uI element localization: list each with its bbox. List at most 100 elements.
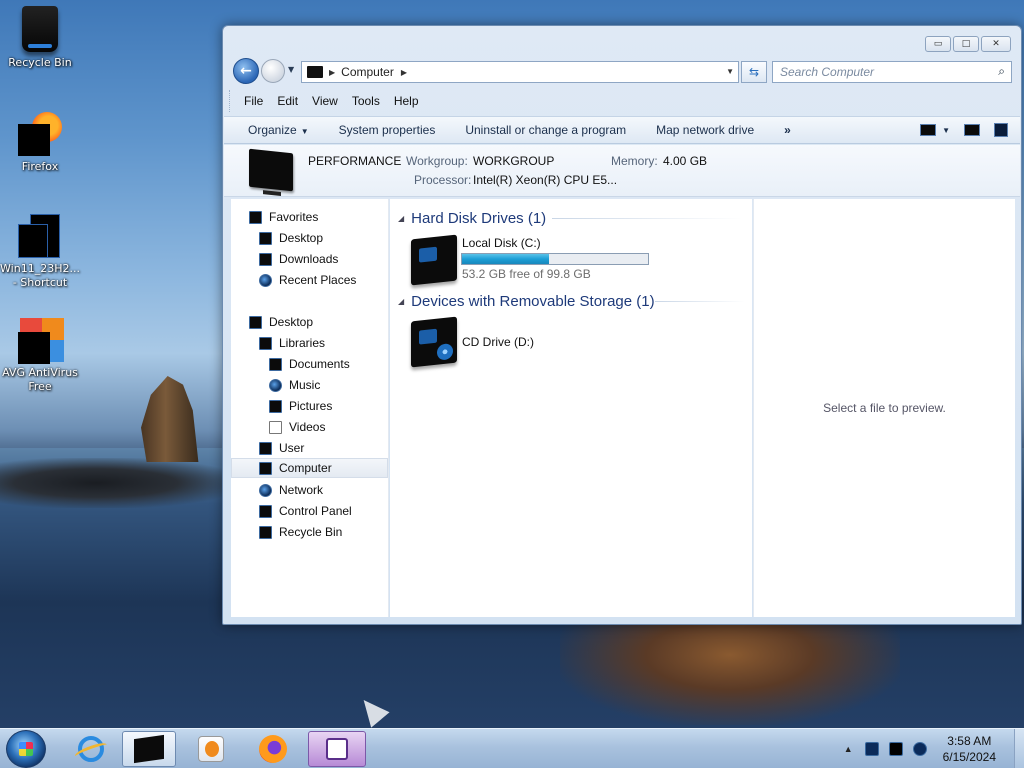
taskbar-notepad-app[interactable]	[308, 731, 366, 767]
organize-button[interactable]: Organize ▼	[248, 123, 309, 137]
network-icon	[259, 483, 272, 497]
nav-control-panel[interactable]: Control Panel	[259, 501, 352, 521]
nav-desktop[interactable]: Desktop	[249, 312, 313, 332]
breadcrumb-computer[interactable]: Computer	[341, 65, 394, 79]
group-header-removable-storage[interactable]: ◢ Devices with Removable Storage (1)	[398, 292, 655, 310]
nav-user[interactable]: User	[259, 438, 304, 458]
menu-view[interactable]: View	[312, 94, 338, 108]
network-icon[interactable]	[888, 742, 903, 756]
nav-label: Music	[289, 378, 321, 392]
group-divider	[655, 301, 745, 302]
breadcrumb-arrow-icon[interactable]: ▶	[329, 68, 335, 77]
hard-drive-icon	[411, 234, 457, 286]
nav-music[interactable]: Music	[269, 375, 320, 395]
back-arrow-icon: ←	[240, 63, 252, 79]
help-button[interactable]	[994, 123, 1008, 137]
organize-label: Organize	[248, 123, 297, 137]
nav-recent-places[interactable]: Recent Places	[259, 270, 356, 290]
desktop-icon-firefox[interactable]: Firefox	[0, 112, 80, 174]
more-commands-button[interactable]: »	[784, 123, 791, 137]
nav-computer[interactable]: Computer	[231, 458, 388, 478]
taskbar-windows-explorer[interactable]	[122, 731, 176, 767]
recent-places-icon	[259, 273, 272, 287]
nav-documents[interactable]: Documents	[269, 354, 350, 374]
taskbar-internet-explorer[interactable]	[64, 731, 118, 767]
refresh-button[interactable]: ⇆	[741, 61, 767, 83]
workgroup-label: Workgroup:	[406, 154, 468, 168]
nav-label: Network	[279, 483, 324, 497]
nav-label: Downloads	[279, 252, 339, 266]
clock[interactable]: 3:58 AM 6/15/2024	[943, 733, 996, 765]
show-hidden-icons-button[interactable]: ▲	[844, 744, 853, 754]
show-desktop-button[interactable]	[1014, 729, 1024, 768]
explorer-window[interactable]: ▭ □ ✕ ← ▼ ▶ Computer ▶ ▼ ⇆ Search Comput…	[222, 25, 1022, 625]
desktop-icon-avg[interactable]: AVG AntiVirus Free	[0, 318, 80, 394]
nav-libraries[interactable]: Libraries	[259, 333, 325, 353]
shortcut-icon	[18, 214, 62, 258]
back-button[interactable]: ←	[233, 58, 259, 84]
firefox-icon	[259, 735, 287, 763]
breadcrumb-arrow-icon[interactable]: ▶	[401, 68, 407, 77]
desktop-icon	[249, 315, 262, 329]
drive-usage-fill	[462, 254, 549, 264]
volume-icon[interactable]	[912, 742, 927, 756]
folder-icon	[134, 734, 164, 764]
nav-recycle-bin[interactable]: Recycle Bin	[259, 522, 342, 542]
nav-pictures[interactable]: Pictures	[269, 396, 332, 416]
computer-name: PERFORMANCE	[308, 154, 402, 168]
content-pane[interactable]: ◢ Hard Disk Drives (1) Local Disk (C:) 53…	[390, 199, 752, 617]
taskbar-media-player[interactable]	[184, 731, 238, 767]
view-buttons: ▼	[920, 123, 1008, 137]
map-network-drive-button[interactable]: Map network drive	[656, 123, 754, 137]
uninstall-program-button[interactable]: Uninstall or change a program	[465, 123, 626, 137]
navigation-bar: ← ▼ ▶ Computer ▶ ▼ ⇆ Search Computer ⌕	[229, 58, 1015, 86]
menu-help[interactable]: Help	[394, 94, 419, 108]
processor-value: Intel(R) Xeon(R) CPU E5...	[473, 173, 618, 187]
system-properties-button[interactable]: System properties	[339, 123, 436, 137]
close-button[interactable]: ✕	[981, 36, 1011, 52]
clock-date: 6/15/2024	[942, 750, 996, 764]
menu-file[interactable]: File	[244, 94, 263, 108]
taskbar-firefox[interactable]	[246, 731, 300, 767]
address-dropdown-icon[interactable]: ▼	[726, 67, 734, 76]
wallpaper-glow	[560, 625, 900, 725]
search-icon[interactable]: ⌕	[998, 64, 1005, 79]
videos-icon	[269, 420, 282, 434]
maximize-button[interactable]: □	[953, 36, 979, 52]
nav-favorites[interactable]: Favorites	[249, 207, 318, 227]
music-icon	[269, 378, 282, 392]
nav-label: Desktop	[269, 315, 314, 329]
action-center-icon[interactable]	[864, 742, 879, 756]
drive-name: CD Drive (D:)	[462, 335, 534, 349]
desktop-icon-recycle-bin[interactable]: Recycle Bin	[0, 6, 80, 70]
pictures-icon	[269, 399, 282, 413]
group-title: Hard Disk Drives (1)	[411, 209, 547, 227]
navigation-pane[interactable]: Favorites Desktop Downloads Recent Place…	[231, 199, 389, 617]
desktop-icon-label: Win11_23H2... - Shortcut	[0, 262, 80, 289]
address-bar[interactable]: ▶ Computer ▶ ▼	[301, 61, 739, 83]
nav-label: Recent Places	[279, 273, 357, 287]
search-input[interactable]: Search Computer ⌕	[772, 61, 1012, 83]
nav-desktop-favorite[interactable]: Desktop	[259, 228, 323, 248]
chevron-down-icon: ▼	[942, 125, 950, 135]
preview-pane-button[interactable]	[964, 124, 980, 136]
change-view-button[interactable]: ▼	[920, 124, 950, 136]
recycle-bin-icon	[22, 6, 58, 52]
desktop-icon-win11-shortcut[interactable]: Win11_23H2... - Shortcut	[0, 214, 80, 290]
details-info-bar: PERFORMANCE Workgroup: WORKGROUP Memory:…	[224, 145, 1020, 197]
start-button[interactable]	[6, 730, 46, 768]
group-title: Devices with Removable Storage (1)	[411, 292, 655, 310]
forward-button[interactable]	[261, 59, 285, 83]
menu-tools[interactable]: Tools	[352, 94, 380, 108]
minimize-button[interactable]: ▭	[925, 36, 951, 52]
nav-videos[interactable]: Videos	[269, 417, 325, 437]
refresh-icon: ⇆	[748, 65, 760, 79]
nav-network[interactable]: Network	[259, 480, 323, 500]
monitor-icon	[249, 148, 293, 192]
recent-pages-dropdown-icon[interactable]: ▼	[288, 65, 294, 74]
menu-edit[interactable]: Edit	[277, 94, 298, 108]
nav-downloads[interactable]: Downloads	[259, 249, 338, 269]
group-header-hard-disk-drives[interactable]: ◢ Hard Disk Drives (1)	[398, 209, 546, 227]
user-icon	[259, 441, 272, 455]
nav-label: Computer	[279, 461, 332, 475]
